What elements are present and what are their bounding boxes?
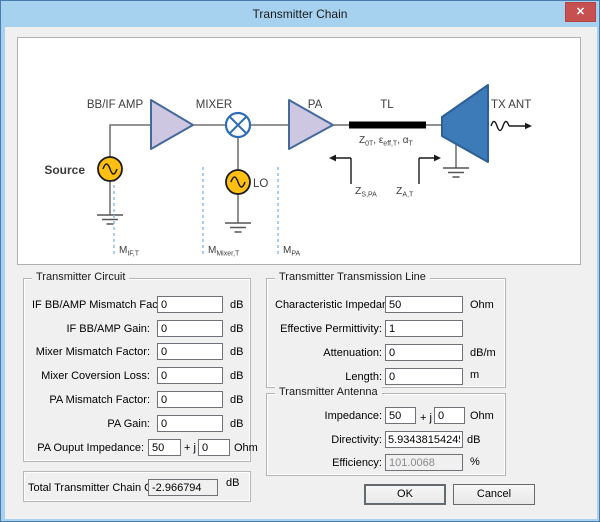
field-unit: % xyxy=(470,456,480,468)
tx-antenna-icon xyxy=(441,84,489,163)
tl-params-label: Z0T, εeff,T, αT xyxy=(359,135,414,148)
diagram-svg: BB/IF AMP MIXER PA TL TX ANT Source LO Z… xyxy=(44,84,532,258)
cancel-button[interactable]: Cancel xyxy=(453,484,535,505)
pa-output-impedance-imag-input[interactable] xyxy=(198,439,230,456)
ground-icon xyxy=(97,167,469,233)
group-title: Transmitter Transmission Line xyxy=(275,271,430,283)
total-gain-group: Total Transmitter Chain Gain: dB xyxy=(23,471,251,502)
field-unit: dB xyxy=(226,477,240,489)
field-unit: dB xyxy=(467,434,481,446)
field-label: Effective Permittivity: xyxy=(280,323,382,335)
directivity-input[interactable] xyxy=(385,431,463,448)
field-label: Efficiency: xyxy=(332,457,382,469)
pa-mismatch-input[interactable] xyxy=(157,391,223,408)
field-label: Characteristic Impedance: xyxy=(275,299,403,311)
pa-output-impedance-real-input[interactable] xyxy=(148,439,181,456)
antenna-impedance-real-input[interactable] xyxy=(385,407,416,424)
field-label: Attenuation: xyxy=(323,347,382,359)
window-title: Transmitter Chain xyxy=(252,7,348,21)
mixer-icon xyxy=(224,111,252,139)
if-gain-input[interactable] xyxy=(157,320,223,337)
field-label: Mixer Mismatch Factor: xyxy=(35,346,150,358)
zat-arrow-icon xyxy=(418,154,441,184)
zspa-label: ZS,PA xyxy=(355,185,377,199)
close-button[interactable]: ✕ xyxy=(565,2,596,22)
pa-gain-input[interactable] xyxy=(157,415,223,432)
antenna-group: Transmitter Antenna Impedance: + j Ohm D… xyxy=(266,386,506,476)
pa-label: PA xyxy=(308,99,323,111)
field-unit: m xyxy=(470,369,480,381)
field-unit: Ohm xyxy=(234,442,258,454)
plus-j-label: + j xyxy=(184,442,196,454)
close-icon: ✕ xyxy=(575,6,586,18)
field-unit: dB xyxy=(230,418,244,430)
tl-label: TL xyxy=(380,99,394,111)
mixer-mismatch-input[interactable] xyxy=(157,343,223,360)
field-unit: dB xyxy=(230,323,244,335)
total-gain-label: Total Transmitter Chain Gain: xyxy=(28,482,171,494)
tx-ant-label: TX ANT xyxy=(491,99,531,111)
field-label: PA Ouput Impedance: xyxy=(37,442,144,454)
transmitter-circuit-group: Transmitter Circuit IF BB/AMP Mismatch F… xyxy=(23,271,258,462)
group-title: Transmitter Circuit xyxy=(32,271,130,283)
source-label: Source xyxy=(44,163,85,177)
field-unit: dB xyxy=(230,394,244,406)
field-unit: dB xyxy=(230,346,244,358)
total-gain-value xyxy=(148,479,218,496)
mmixer-label: MMixer,T xyxy=(208,245,240,258)
lo-label: LO xyxy=(253,178,268,190)
field-label: PA Gain: xyxy=(107,418,150,430)
field-label: Length: xyxy=(345,371,382,383)
zat-label: ZA,T xyxy=(396,185,414,199)
mixer-conversion-loss-input[interactable] xyxy=(157,367,223,384)
mif-label: MIF,T xyxy=(119,245,140,258)
field-label: IF BB/AMP Mismatch Factor: xyxy=(32,299,174,311)
attenuation-input[interactable] xyxy=(385,344,463,361)
titlebar[interactable]: Transmitter Chain ✕ xyxy=(1,1,599,27)
plus-j-label: + j xyxy=(420,412,432,424)
zspa-arrow-icon xyxy=(329,154,352,184)
bbif-amp-icon xyxy=(150,99,194,150)
transmitter-chain-diagram: BB/IF AMP MIXER PA TL TX ANT Source LO Z… xyxy=(17,37,581,265)
field-label: Mixer Coversion Loss: xyxy=(41,370,150,382)
transmission-line-group: Transmitter Transmission Line Characteri… xyxy=(266,271,506,388)
mixer-label: MIXER xyxy=(196,99,232,111)
group-title: Transmitter Antenna xyxy=(275,386,382,398)
mpa-label: MPA xyxy=(283,245,300,258)
transmission-line-icon xyxy=(349,121,426,129)
bbif-amp-label: BB/IF AMP xyxy=(87,99,144,111)
field-label: PA Mismatch Factor: xyxy=(49,394,150,406)
field-unit: Ohm xyxy=(470,410,494,422)
radiated-wave-icon xyxy=(490,120,532,132)
characteristic-impedance-input[interactable] xyxy=(385,296,463,313)
field-label: IF BB/AMP Gain: xyxy=(66,323,150,335)
field-unit: dB/m xyxy=(470,347,496,359)
length-input[interactable] xyxy=(385,368,463,385)
field-unit: dB xyxy=(230,299,244,311)
source-icon xyxy=(97,156,123,182)
field-unit: Ohm xyxy=(470,299,494,311)
antenna-impedance-imag-input[interactable] xyxy=(434,407,465,424)
field-unit: dB xyxy=(230,370,244,382)
effective-permittivity-input[interactable] xyxy=(385,320,463,337)
ok-button[interactable]: OK xyxy=(364,484,446,505)
field-label: Directivity: xyxy=(331,434,382,446)
field-label: Impedance: xyxy=(324,410,382,422)
dialog-client-area: BB/IF AMP MIXER PA TL TX ANT Source LO Z… xyxy=(5,27,597,519)
lo-icon xyxy=(225,169,251,195)
if-mismatch-input[interactable] xyxy=(157,296,223,313)
efficiency-value xyxy=(385,454,463,471)
dialog-window: Transmitter Chain ✕ BB/IF AMP MIXER PA T… xyxy=(0,0,600,522)
